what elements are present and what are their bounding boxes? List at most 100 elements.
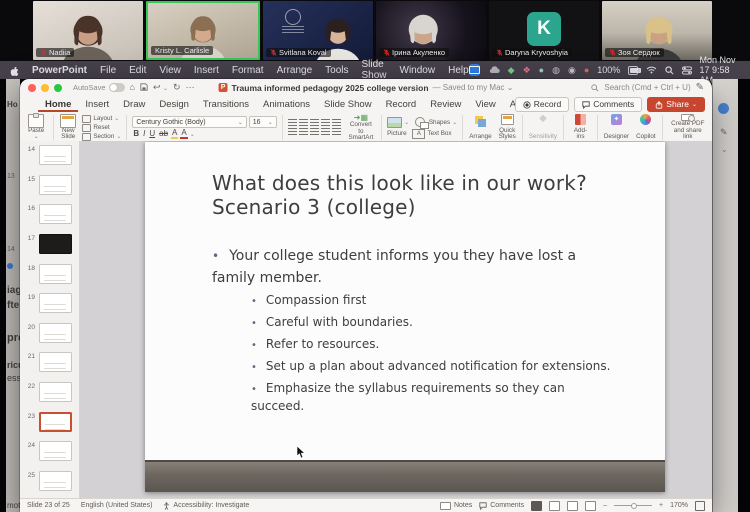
tab-draw[interactable]: Draw xyxy=(116,98,152,113)
zoom-in-button[interactable]: + xyxy=(659,502,663,509)
thumbnail-row[interactable]: 25 xyxy=(20,471,79,495)
menu-view[interactable]: View xyxy=(159,65,181,76)
notes-button[interactable]: Notes xyxy=(440,502,472,510)
menu-app-name[interactable]: PowerPoint xyxy=(32,65,87,76)
convert-smartart-button[interactable]: ➜▦ Convert to SmartArt xyxy=(346,113,376,142)
record-button[interactable]: Record xyxy=(515,97,569,112)
sensitivity-button[interactable]: ◆ Sensitivity xyxy=(528,113,558,142)
tab-home[interactable]: Home xyxy=(38,98,78,113)
section-button[interactable]: Section⌄ xyxy=(82,133,121,141)
slide-thumbnail[interactable] xyxy=(39,471,72,491)
align-left-icon[interactable] xyxy=(288,128,297,136)
thumbnail-row[interactable]: 14 xyxy=(20,145,79,169)
thumbnail-row[interactable]: 24 xyxy=(20,441,79,465)
fit-slide-button[interactable] xyxy=(695,501,705,511)
tab-insert[interactable]: Insert xyxy=(78,98,116,113)
sub-bullet[interactable]: Set up a plan about advanced notificatio… xyxy=(251,358,651,376)
align-right-icon[interactable] xyxy=(310,128,319,136)
menu-format[interactable]: Format xyxy=(232,65,264,76)
accessibility-status[interactable]: Accessibility: Investigate xyxy=(163,502,249,510)
onedrive-cloud-icon[interactable] xyxy=(488,64,500,76)
more-commands-icon[interactable]: ⋯ xyxy=(186,83,195,92)
participant-tile-active-speaker[interactable]: Kristy L. Carlisle xyxy=(146,1,260,60)
new-slide-button[interactable]: New Slide xyxy=(59,113,77,142)
tab-review[interactable]: Review xyxy=(423,98,468,113)
strikethrough-button[interactable]: ab xyxy=(158,130,169,138)
slide-thumbnail-selected[interactable] xyxy=(39,412,72,432)
menu-arrange[interactable]: Arrange xyxy=(277,65,313,76)
thumbnail-row-selected[interactable]: 23 xyxy=(20,412,79,436)
justify-icon[interactable] xyxy=(321,128,330,136)
app-status-icon[interactable]: ◆ xyxy=(508,64,515,76)
search-input[interactable]: Search (Cmd + Ctrl + U) xyxy=(604,83,690,92)
thumbnail-row[interactable]: 21 xyxy=(20,352,79,376)
participant-tile[interactable]: K Daryna Kryvoshyia xyxy=(489,1,599,60)
reading-view-button[interactable] xyxy=(567,501,578,511)
reset-button[interactable]: Reset xyxy=(82,124,121,132)
battery-icon[interactable] xyxy=(628,66,637,75)
thumbnail-row[interactable]: 22 xyxy=(20,382,79,406)
slide-thumbnail[interactable] xyxy=(39,293,72,313)
comments-panel-button[interactable]: Comments xyxy=(479,502,524,510)
slide-thumbnail[interactable] xyxy=(39,264,72,284)
tab-animations[interactable]: Animations xyxy=(256,98,317,113)
font-name-select[interactable]: Century Gothic (Body)⌄ xyxy=(132,116,246,128)
menu-window[interactable]: Window xyxy=(400,65,436,76)
autosave-toggle[interactable] xyxy=(109,83,125,92)
fullscreen-window-button[interactable] xyxy=(54,84,62,92)
layout-button[interactable]: Layout⌄ xyxy=(82,115,121,123)
zoom-slider-knob[interactable] xyxy=(631,503,637,509)
zoom-out-button[interactable]: – xyxy=(603,502,607,509)
line-spacing-icon[interactable] xyxy=(332,119,341,127)
slide-thumbnail[interactable] xyxy=(39,382,72,402)
record-indicator-icon[interactable]: ● xyxy=(584,64,589,76)
control-center-icon[interactable] xyxy=(682,64,692,76)
thumbnail-row[interactable]: 18 xyxy=(20,264,79,288)
participant-tile[interactable]: Зоя Сердюк xyxy=(602,1,712,60)
italic-button[interactable]: I xyxy=(142,130,146,138)
screen-share-indicator-icon[interactable] xyxy=(469,64,480,76)
menu-insert[interactable]: Insert xyxy=(194,65,219,76)
save-icon[interactable] xyxy=(140,83,148,93)
underline-button[interactable]: U xyxy=(148,130,156,138)
slide-thumbnail[interactable] xyxy=(39,323,72,343)
font-color-dropdown[interactable]: ⌄ xyxy=(190,131,195,138)
globe-icon[interactable]: ◍ xyxy=(552,64,560,76)
close-window-button[interactable] xyxy=(28,84,36,92)
minimize-window-button[interactable] xyxy=(41,84,49,92)
menu-edit[interactable]: Edit xyxy=(129,65,146,76)
bold-button[interactable]: B xyxy=(132,130,140,138)
indent-increase-icon[interactable] xyxy=(321,119,330,127)
text-box-button[interactable]: Text Box xyxy=(427,130,451,137)
paste-button[interactable]: Paste ⌄ xyxy=(24,113,48,142)
thumbnail-row[interactable]: 17 xyxy=(20,234,79,258)
sub-bullet[interactable]: Compassion first xyxy=(251,292,651,310)
menu-file[interactable]: File xyxy=(100,65,116,76)
slide-bullet[interactable]: Your college student informs you they ha… xyxy=(212,246,617,289)
menu-slide-show[interactable]: Slide Show xyxy=(362,59,387,81)
slide-thumbnail[interactable] xyxy=(39,352,72,372)
slide-thumbnail[interactable] xyxy=(39,234,72,254)
share-button[interactable]: Share ⌄ xyxy=(647,97,705,112)
slide-sorter-view-button[interactable] xyxy=(549,501,560,511)
participant-tile[interactable]: Ірина Акуленко xyxy=(376,1,486,60)
add-ins-button[interactable]: Add-ins xyxy=(569,113,592,142)
app-status-icon[interactable]: ● xyxy=(539,64,544,76)
sub-bullet[interactable]: Careful with boundaries. xyxy=(251,314,651,332)
language-status[interactable]: English (United States) xyxy=(81,502,153,509)
tab-slide-show[interactable]: Slide Show xyxy=(317,98,379,113)
create-pdf-button[interactable]: Create PDF and share link xyxy=(668,113,708,142)
zoom-level[interactable]: 170% xyxy=(670,502,688,509)
menu-help[interactable]: Help xyxy=(448,65,469,76)
copilot-button[interactable]: Copilot xyxy=(635,113,657,142)
comments-button[interactable]: Comments xyxy=(574,97,642,112)
bullets-list-icon[interactable] xyxy=(288,119,297,127)
sub-bullet[interactable]: Emphasize the syllabus requirements so t… xyxy=(251,380,573,415)
picture-label[interactable]: Picture xyxy=(387,130,407,137)
menu-tools[interactable]: Tools xyxy=(325,65,348,76)
align-center-icon[interactable] xyxy=(299,128,308,136)
designer-button[interactable]: ✦ Designer xyxy=(603,113,630,142)
slideshow-button[interactable] xyxy=(585,501,596,511)
slide-canvas-area[interactable]: What does this look like in our work? Sc… xyxy=(80,141,712,499)
normal-view-button[interactable] xyxy=(531,501,542,511)
